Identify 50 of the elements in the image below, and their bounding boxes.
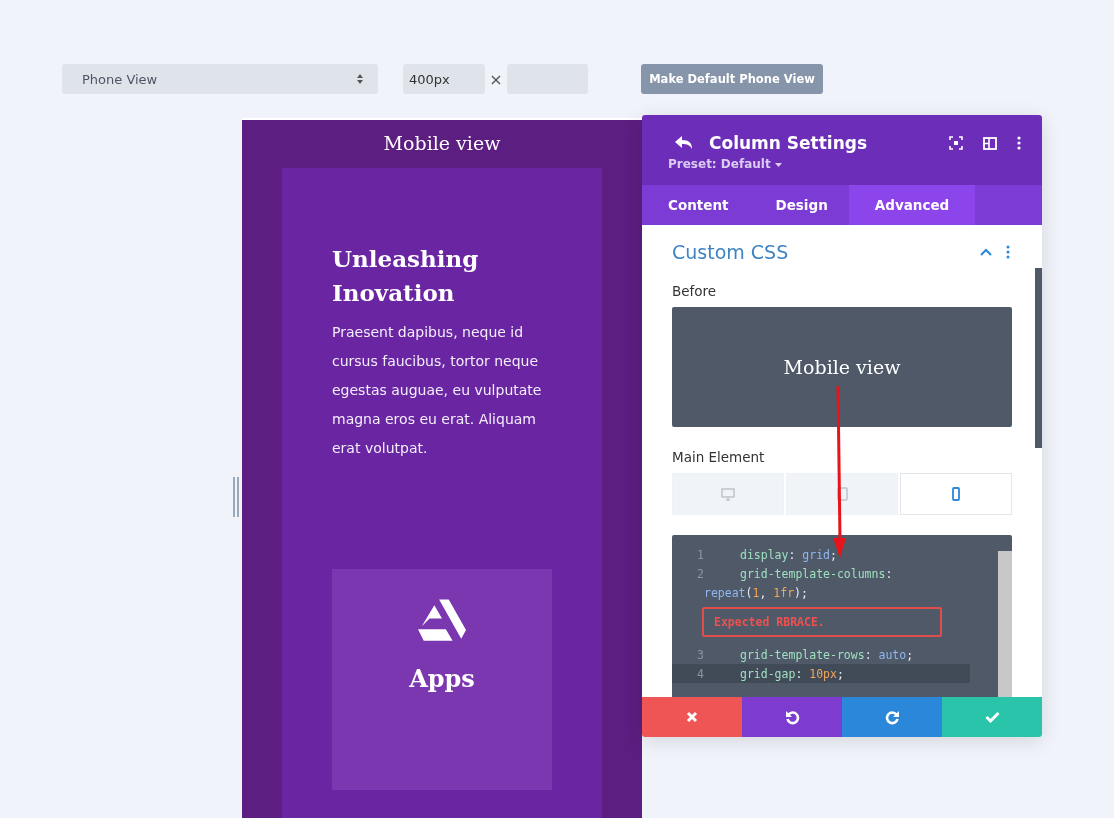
more-options-icon[interactable] [1006,245,1010,259]
redo-icon [884,709,900,725]
sort-caret-icon [356,73,364,85]
preview-title: Mobile view [382,131,502,156]
code-line: grid-template-rows: auto; [739,647,914,662]
tablet-icon [836,487,848,501]
desktop-icon [721,487,735,501]
section-title[interactable]: Custom CSS [672,241,789,263]
undo-button[interactable] [742,697,842,737]
more-options-icon[interactable] [1017,136,1021,150]
line-number: 4 [696,666,705,681]
code-line: display: grid; [739,547,837,562]
line-number: 1 [696,547,705,562]
error-message: Expected RBRACE. [702,607,942,637]
code-line: grid-template-columns: [739,566,893,581]
settings-tab[interactable]: Advanced [848,185,976,225]
code-line: grid-gap: 10px; [739,666,844,681]
tablet-view-tab[interactable] [786,473,898,515]
field-label: Before [672,283,718,299]
back-icon[interactable] [675,136,693,150]
make-default-button[interactable]: Make Default Phone View [641,64,823,94]
view-select[interactable]: Phone View [62,64,378,94]
phone-icon [952,487,960,501]
width-input[interactable]: 400px [403,64,485,94]
field-label: Main Element [672,449,766,465]
collapse-icon[interactable] [980,248,992,256]
preset-dropdown[interactable]: Preset: Default [668,157,1021,171]
split-layout-icon[interactable] [983,136,997,150]
preview-text: Mobile view [783,356,901,378]
preview-heading: Unleashing Inovation [332,244,480,308]
undo-icon [784,709,800,725]
line-number: 2 [696,566,705,581]
redo-button[interactable] [842,697,942,737]
triangle-logo-icon [418,599,466,642]
settings-tab[interactable]: Content [642,185,750,225]
preview-paragraph: Praesent dapibus, neque id cursus faucibus, tortor neque egestas auguae, eu vulputate magna eros eu erat. Aliquam erat volutpat. [332,323,543,458]
card-title: Apps [409,664,475,693]
settings-tab[interactable]: Design [749,185,849,225]
close-icon [686,711,698,723]
panel-title: Column Settings [709,133,868,153]
scrollbar[interactable] [1035,268,1042,448]
code-editor[interactable]: 1 display: grid; 2 grid-template-columns: repeat(1, 1fr); Expected RBRACE. 3 grid-template-rows: auto; 4 grid-gap: 10px; [672,535,1012,697]
scrollbar[interactable] [998,551,1012,697]
focus-icon[interactable] [949,136,963,150]
check-icon [984,711,1000,723]
times-sign: × [488,69,504,89]
resize-handle[interactable] [233,477,239,517]
line-number: 3 [696,647,705,662]
code-line: repeat(1, 1fr); [704,585,808,600]
caret-icon [774,163,782,168]
